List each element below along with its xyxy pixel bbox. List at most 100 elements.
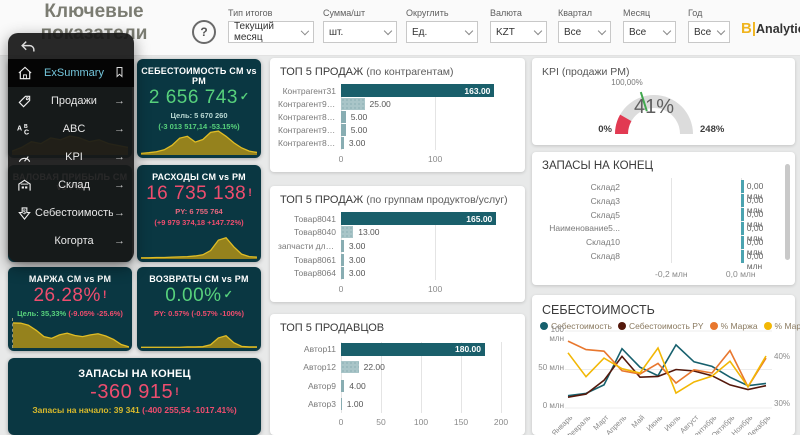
filter-select-summa-sht[interactable]: шт. — [323, 21, 397, 43]
status-indicator: ✓ — [223, 289, 233, 301]
stock-bar[interactable] — [740, 208, 744, 222]
bar-row[interactable]: Контрагент879 5.00 — [278, 110, 501, 123]
bar[interactable] — [341, 97, 365, 110]
card-top5-contragents: ТОП 5 ПРОДАЖ (по контрагентам) 0 100 Контр… — [270, 58, 525, 172]
stock-row[interactable]: Склад5 0,00 млн — [540, 208, 777, 229]
bar-track: 5.00 — [341, 124, 501, 137]
filter-value: KZT — [496, 26, 515, 38]
bar-row[interactable]: Контрагент900 25.00 — [278, 97, 501, 110]
bar-row[interactable]: Товар8061 3.00 — [278, 253, 501, 267]
bar[interactable] — [341, 397, 342, 410]
bar-row[interactable]: Автор12 22.00 — [278, 360, 501, 375]
card-marzha[interactable]: МАРЖА CM vs PM 26.28%! Цель: 35,33% (-9.… — [8, 267, 132, 351]
menu-item-abc[interactable]: A B C ABC → — [8, 115, 134, 143]
filter-valyuta: Валюта KZT — [490, 8, 547, 43]
bar-value-label: 13.00 — [358, 227, 380, 238]
filter-select-tip-itogov[interactable]: Текущий месяц — [228, 21, 314, 43]
filter-select-valyuta[interactable]: KZT — [490, 21, 547, 43]
menu-item-себестоимость[interactable]: $ Себестоимость → — [8, 199, 134, 227]
svg-text:C: C — [24, 129, 29, 136]
card-title: РАСХОДЫ CM vs PM — [152, 172, 246, 182]
menu-item-label: ABC — [62, 123, 86, 135]
kpi-subtext: Запасы на начало: 39 341 (-400 255,54 -1… — [32, 405, 237, 415]
card-zapasy[interactable]: ЗАПАСЫ НА КОНЕЦ -360 915! Запасы на нача… — [8, 358, 261, 435]
card-title: СЕБЕСТОИМОСТЬ CM vs PM — [141, 66, 257, 86]
filter-label: Сумма/шт — [323, 8, 366, 18]
stocks-chart: Склад2 0,00 млн Склад3 0,00 млн Склад5 0,00 м… — [540, 180, 777, 271]
kpi-value: 26.28% — [33, 285, 101, 306]
filter-select-mesyac[interactable]: Все — [623, 21, 676, 43]
card-top5-products: ТОП 5 ПРОДАЖ (по группам продуктов/услуг… — [270, 186, 525, 302]
bar-row[interactable]: запчасти для о... 3.00 — [278, 239, 501, 253]
bar-value-label: 163.00 — [464, 85, 491, 96]
bar-row[interactable]: Товар8041 165.00 — [278, 212, 501, 226]
stock-label: Склад8 — [590, 251, 620, 262]
stock-bar[interactable] — [740, 180, 744, 194]
filter-kvartal: Квартал Все — [558, 8, 611, 43]
stock-row[interactable]: Наименование5... 0,00 млн — [540, 221, 777, 243]
bar[interactable] — [341, 253, 344, 266]
bar[interactable] — [341, 379, 345, 392]
arrow-right-icon: → — [114, 179, 125, 191]
menu-item-когорта[interactable]: Когорта → — [8, 227, 134, 255]
bar-row[interactable]: Контрагент31 163.00 — [278, 84, 501, 98]
gauge-value: 41% — [633, 96, 675, 118]
bar-row[interactable]: Контрагент894 3.00 — [278, 137, 501, 150]
bar-row[interactable]: Товар8064 3.00 — [278, 266, 501, 280]
status-indicator: ! — [175, 386, 179, 398]
stock-row[interactable]: Склад8 0,00 млн — [540, 249, 777, 271]
card-rashody[interactable]: РАСХОДЫ CM vs PM 16 735 138! PY: 6 755 7… — [137, 165, 261, 262]
stock-row[interactable]: Склад3 0,00 млн — [540, 194, 777, 215]
menu-item-label: Когорта — [54, 235, 94, 247]
stock-bar[interactable] — [740, 221, 744, 235]
back-button[interactable] — [8, 33, 134, 59]
filter-label: Тип итогов — [228, 8, 273, 18]
menu-item-склад[interactable]: Склад → — [8, 171, 134, 199]
stock-bar[interactable] — [740, 194, 744, 208]
bar[interactable] — [341, 124, 346, 137]
help-button[interactable]: ? — [192, 20, 216, 44]
stock-bar[interactable] — [740, 235, 744, 249]
card-vozvraty[interactable]: ВОЗВРАТЫ CM vs PM 0.00% ✓ PY: 0.57% (-0.5… — [137, 267, 261, 351]
scrollbar[interactable] — [785, 164, 790, 260]
filter-value: шт. — [329, 26, 344, 38]
chart-title: ТОП 5 ПРОДАЖ (по контрагентам) — [280, 66, 454, 78]
bar[interactable]: 165.00 — [341, 212, 497, 226]
filter-okruglit: Округлить Ед. — [406, 8, 478, 43]
bar-row[interactable]: Товар8040 13.00 — [278, 226, 501, 240]
axis-tick-label: 200 — [493, 417, 509, 427]
stock-row[interactable]: Склад2 0,00 млн — [540, 180, 777, 201]
bar-row[interactable]: Автор9 4.00 — [278, 378, 501, 393]
stock-bar[interactable] — [740, 249, 744, 263]
bar-row[interactable]: Контрагент942 5.00 — [278, 124, 501, 137]
bar[interactable] — [341, 137, 344, 150]
filter-select-god[interactable]: Все — [688, 21, 730, 43]
filter-select-kvartal[interactable]: Все — [558, 21, 611, 43]
stock-row[interactable]: Склад10 0,00 млн — [540, 235, 777, 257]
filter-select-okruglit[interactable]: Ед. — [406, 21, 478, 43]
bar-rows: Товар8041 165.00 Товар8040 13.00 запчасти дл… — [278, 212, 501, 280]
y-axis-label: 0 млн — [542, 401, 564, 410]
menu-item-exsummary[interactable]: ExSummary — [8, 59, 134, 87]
bar[interactable] — [341, 111, 346, 123]
filter-label: Квартал — [558, 8, 593, 18]
bar[interactable] — [341, 226, 354, 239]
chevron-down-icon — [662, 26, 672, 35]
bar[interactable] — [341, 239, 344, 252]
bar[interactable]: 180.00 — [341, 342, 485, 356]
bar[interactable] — [341, 267, 344, 280]
svg-text:$: $ — [23, 208, 27, 215]
bar-category-label: Товар8064 — [293, 268, 336, 279]
bar[interactable] — [341, 361, 359, 374]
bar-category-label: Контрагент31 — [282, 85, 336, 96]
stock-track: 0,00 млн — [626, 180, 777, 201]
bar-row[interactable]: Автор3 1.00 — [278, 396, 501, 411]
card-sebestoimost[interactable]: СЕБЕСТОИМОСТЬ CM vs PM 2 656 743 ✓ Цель: … — [137, 59, 261, 158]
bar[interactable]: 163.00 — [341, 84, 495, 98]
bar-row[interactable]: Автор11 180.00 — [278, 342, 501, 357]
menu-item-kpi[interactable]: KPI → — [8, 143, 134, 171]
bar-track: 1.00 — [341, 397, 501, 410]
bar-track: 3.00 — [341, 253, 501, 266]
menu-item-продажи[interactable]: Продажи → — [8, 87, 134, 115]
axis-tick-label: 100 — [428, 284, 443, 294]
